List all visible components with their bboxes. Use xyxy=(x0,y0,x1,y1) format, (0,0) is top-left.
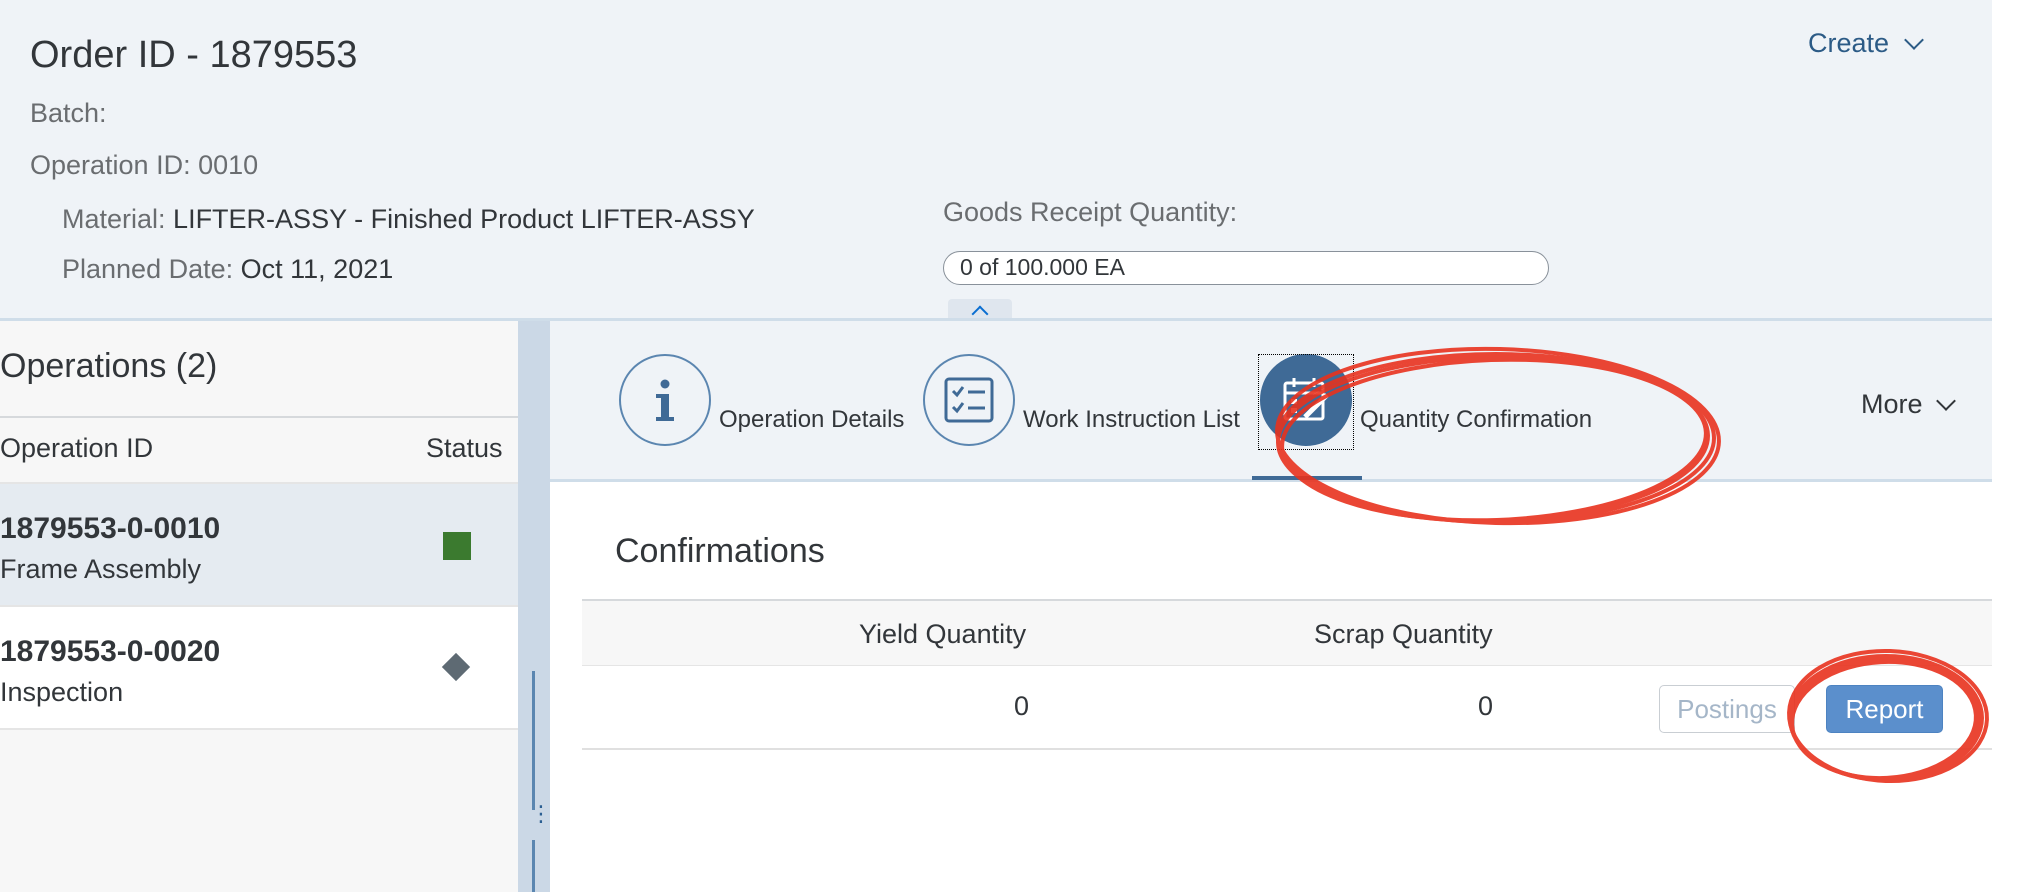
goods-receipt-value: 0 of 100.000 EA xyxy=(960,254,1125,280)
tab-label: Operation Details xyxy=(719,406,905,433)
gray-diamond-status-icon xyxy=(441,652,471,682)
material-value: LIFTER-ASSY - Finished Product LIFTER-AS… xyxy=(173,204,755,234)
postings-button[interactable]: Postings xyxy=(1659,685,1795,733)
goods-receipt-label: Goods Receipt Quantity: xyxy=(943,197,1238,227)
confirmations-table-header: Yield Quantity Scrap Quantity xyxy=(582,599,1992,668)
icon-tab-bar: Operation Details Work Instruction List xyxy=(550,321,1992,482)
material-label: Material: xyxy=(62,204,166,234)
batch-label: Batch: xyxy=(30,98,107,128)
column-header-scrap-quantity: Scrap Quantity xyxy=(1314,619,1493,649)
detail-pane: Operation Details Work Instruction List xyxy=(550,321,1992,892)
page-right-edge xyxy=(1992,0,2018,892)
operations-list-pane: Operations (2) Operation ID Status 18795… xyxy=(0,321,518,892)
table-row: 0 0 Postings Report xyxy=(582,666,1992,750)
chevron-down-icon xyxy=(1904,29,1924,50)
operation-id: 1879553-0-0020 xyxy=(0,635,221,668)
more-tabs-button[interactable]: More xyxy=(1861,389,1956,420)
page-title: Order ID - 1879553 xyxy=(30,34,358,76)
operation-row[interactable]: 1879553-0-0010 Frame Assembly xyxy=(0,484,518,607)
column-header-status[interactable]: Status xyxy=(426,433,503,464)
planned-date-field: Planned Date: Oct 11, 2021 xyxy=(62,254,393,285)
material-field: Material: LIFTER-ASSY - Finished Product… xyxy=(62,204,755,235)
planned-date-label: Planned Date: xyxy=(62,254,234,284)
tab-label: Work Instruction List xyxy=(1023,406,1240,433)
focus-outline xyxy=(1258,354,1354,450)
column-header-operation-id[interactable]: Operation ID xyxy=(0,433,153,464)
tab-label: Quantity Confirmation xyxy=(1360,406,1593,433)
operation-row[interactable]: 1879553-0-0020 Inspection xyxy=(0,607,518,730)
operation-description: Inspection xyxy=(0,677,124,707)
yield-quantity-value: 0 xyxy=(1014,691,1030,721)
tab-operation-details[interactable]: Operation Details xyxy=(619,354,904,446)
splitter-bar xyxy=(532,671,535,892)
operations-title: Operations (2) xyxy=(0,347,218,385)
report-button[interactable]: Report xyxy=(1826,685,1943,733)
collapse-header-button[interactable] xyxy=(948,299,1012,323)
info-icon xyxy=(619,354,711,446)
create-menu-button[interactable]: Create xyxy=(1808,28,1924,59)
operation-id-label: Operation ID: 0010 xyxy=(30,150,259,180)
operation-description: Frame Assembly xyxy=(0,554,202,584)
splitter-grip-icon[interactable]: ⋮ xyxy=(530,803,552,840)
operation-id: 1879553-0-0010 xyxy=(0,512,221,545)
divider xyxy=(0,416,518,418)
column-header-yield-quantity: Yield Quantity xyxy=(859,619,1027,649)
chevron-down-icon xyxy=(1935,390,1956,411)
object-page-header: Order ID - 1879553 Batch: Operation ID: … xyxy=(0,0,1992,323)
tab-work-instruction-list[interactable]: Work Instruction List xyxy=(923,354,1240,446)
planned-date-value: Oct 11, 2021 xyxy=(240,254,394,284)
scrap-quantity-value: 0 xyxy=(1478,691,1494,721)
confirmations-title: Confirmations xyxy=(615,532,825,570)
create-label: Create xyxy=(1808,28,1890,58)
goods-receipt-progress-indicator: 0 of 100.000 EA xyxy=(943,251,1549,285)
pane-splitter[interactable]: ⋮ xyxy=(518,321,552,892)
more-label: More xyxy=(1861,389,1923,419)
green-square-status-icon xyxy=(443,532,471,560)
active-tab-indicator xyxy=(1252,476,1362,480)
checklist-icon xyxy=(923,354,1015,446)
